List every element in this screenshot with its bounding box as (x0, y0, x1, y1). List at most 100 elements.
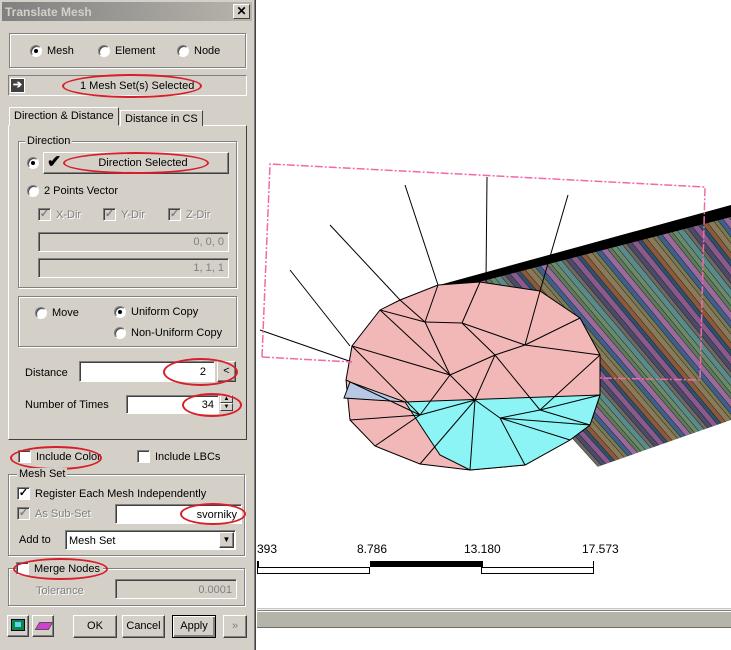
radio-indicator (27, 157, 39, 169)
scale-label: 8.786 (357, 542, 388, 556)
checkbox-as-sub-set[interactable]: ✓ As Sub-Set (17, 507, 91, 520)
scale-label: 17.573 (582, 542, 619, 556)
arrow-right-icon: ➔ (12, 79, 23, 91)
number-of-times-input[interactable]: 34 (126, 395, 219, 414)
operation-group (18, 296, 237, 347)
direction-vector-line (485, 176, 488, 283)
translate-mesh-dialog: Translate Mesh ✕ Mesh Element Node ➔ 1 M… (0, 0, 256, 650)
times-spinner[interactable]: ▲ ▼ (220, 395, 233, 414)
distance-pick-button[interactable]: < (217, 361, 236, 382)
eraser-icon (34, 622, 54, 630)
direction-button-label: Direction Selected (98, 157, 188, 169)
add-to-label: Add to (19, 534, 51, 546)
radio-non-uniform-copy[interactable]: Non-Uniform Copy (114, 327, 222, 339)
radio-indicator (114, 327, 126, 339)
close-icon: ✕ (236, 4, 247, 18)
checkmark-icon: ✔ (47, 152, 62, 171)
subset-label: As Sub-Set (35, 507, 91, 520)
radio-indicator (114, 306, 126, 318)
eraser-button[interactable] (32, 615, 54, 637)
checkbox-include-color[interactable]: Include Color (18, 450, 101, 463)
spin-up-icon[interactable]: ▲ (220, 395, 233, 403)
direction-group-label: Direction (25, 135, 73, 147)
merge-nodes-label: Merge Nodes (34, 562, 101, 575)
preview-button[interactable] (7, 615, 29, 637)
point1-field[interactable]: 0, 0, 0 (38, 232, 229, 252)
selection-status-text: 1 Mesh Set(s) Selected (80, 80, 195, 92)
tab-label: Direction & Distance (14, 110, 114, 122)
direction-vector-line (289, 269, 351, 347)
direction-vector-line (404, 184, 439, 286)
scale-segment (481, 567, 594, 574)
cancel-button[interactable]: Cancel (122, 615, 165, 638)
register-label: Register Each Mesh Independently (35, 487, 207, 500)
distance-input[interactable]: 2 (79, 361, 215, 382)
checkbox-indicator: ✓ (168, 208, 181, 221)
y-dir-label: Y-Dir (121, 208, 146, 221)
direction-selected-button[interactable]: ✔ Direction Selected (43, 152, 229, 174)
radio-indicator (177, 45, 189, 57)
number-of-times-label: Number of Times (25, 399, 109, 411)
radio-node[interactable]: Node (177, 45, 220, 57)
tab-direction-distance[interactable]: Direction & Distance (9, 107, 119, 126)
non-uniform-copy-label: Non-Uniform Copy (131, 327, 223, 339)
checkbox-indicator (137, 450, 150, 463)
radio-mesh-label: Mesh (47, 45, 74, 57)
checkbox-register-each-mesh[interactable]: ✓ Register Each Mesh Independently (17, 487, 206, 500)
radio-direction-selected[interactable] (27, 157, 39, 169)
scale-segment (257, 567, 370, 574)
checkbox-indicator: ✓ (17, 507, 30, 520)
add-to-value: Mesh Set (69, 535, 116, 547)
checkbox-indicator (16, 562, 29, 575)
radio-element[interactable]: Element (98, 45, 155, 57)
radio-uniform-copy[interactable]: Uniform Copy (114, 306, 198, 318)
radio-mesh[interactable]: Mesh (30, 45, 74, 57)
spin-down-icon[interactable]: ▼ (220, 403, 233, 411)
subset-name-input[interactable]: svorniky (115, 504, 242, 524)
checkbox-indicator: ✓ (38, 208, 51, 221)
include-lbcs-label: Include LBCs (155, 450, 221, 463)
close-button[interactable]: ✕ (233, 4, 250, 19)
chevron-down-icon: ▼ (222, 535, 231, 544)
dialog-titlebar[interactable]: Translate Mesh (2, 2, 252, 21)
checkbox-indicator: ✓ (103, 208, 116, 221)
dropdown-button[interactable]: ▼ (219, 532, 234, 548)
radio-indicator (27, 185, 39, 197)
scale-tick (593, 561, 594, 573)
checkbox-x-dir[interactable]: ✓ X-Dir (38, 208, 81, 221)
point2-field[interactable]: 1, 1, 1 (38, 258, 229, 278)
select-arrow-button[interactable]: ➔ (10, 78, 25, 93)
scale-segment (370, 561, 483, 567)
direction-vector-line (329, 224, 401, 301)
checkbox-z-dir[interactable]: ✓ Z-Dir (168, 208, 210, 221)
checkbox-merge-nodes[interactable]: Merge Nodes (16, 562, 104, 575)
scale-bar: 393 8.786 13.180 17.573 (257, 540, 731, 608)
radio-indicator (98, 45, 110, 57)
pick-icon: < (223, 365, 230, 377)
include-color-label: Include Color (36, 450, 101, 463)
radio-element-label: Element (115, 45, 156, 57)
dialog-title: Translate Mesh (5, 5, 92, 19)
uniform-copy-label: Uniform Copy (131, 306, 199, 318)
radio-two-points-vector[interactable]: 2 Points Vector (27, 185, 118, 197)
ok-button[interactable]: OK (73, 615, 117, 638)
scale-label: 393 (257, 542, 278, 556)
apply-button[interactable]: Apply (172, 615, 216, 638)
checkbox-include-lbcs[interactable]: Include LBCs (137, 450, 220, 463)
more-button[interactable]: » (223, 615, 247, 638)
radio-indicator (35, 307, 47, 319)
move-label: Move (52, 307, 79, 319)
checkbox-y-dir[interactable]: ✓ Y-Dir (103, 208, 145, 221)
add-to-select[interactable]: Mesh Set (65, 530, 236, 550)
mesh-set-group-label: Mesh Set (17, 468, 68, 480)
tolerance-input[interactable]: 0.0001 (115, 579, 237, 599)
radio-move[interactable]: Move (35, 307, 79, 319)
viewport-status-band (257, 608, 731, 630)
checkbox-indicator: ✓ (17, 487, 30, 500)
scale-label: 13.180 (464, 542, 501, 556)
tab-distance-in-cs[interactable]: Distance in CS (120, 110, 203, 126)
graphics-viewport[interactable] (257, 0, 731, 608)
checkbox-indicator (18, 450, 31, 463)
radio-indicator (30, 45, 42, 57)
tab-label: Distance in CS (125, 113, 198, 125)
